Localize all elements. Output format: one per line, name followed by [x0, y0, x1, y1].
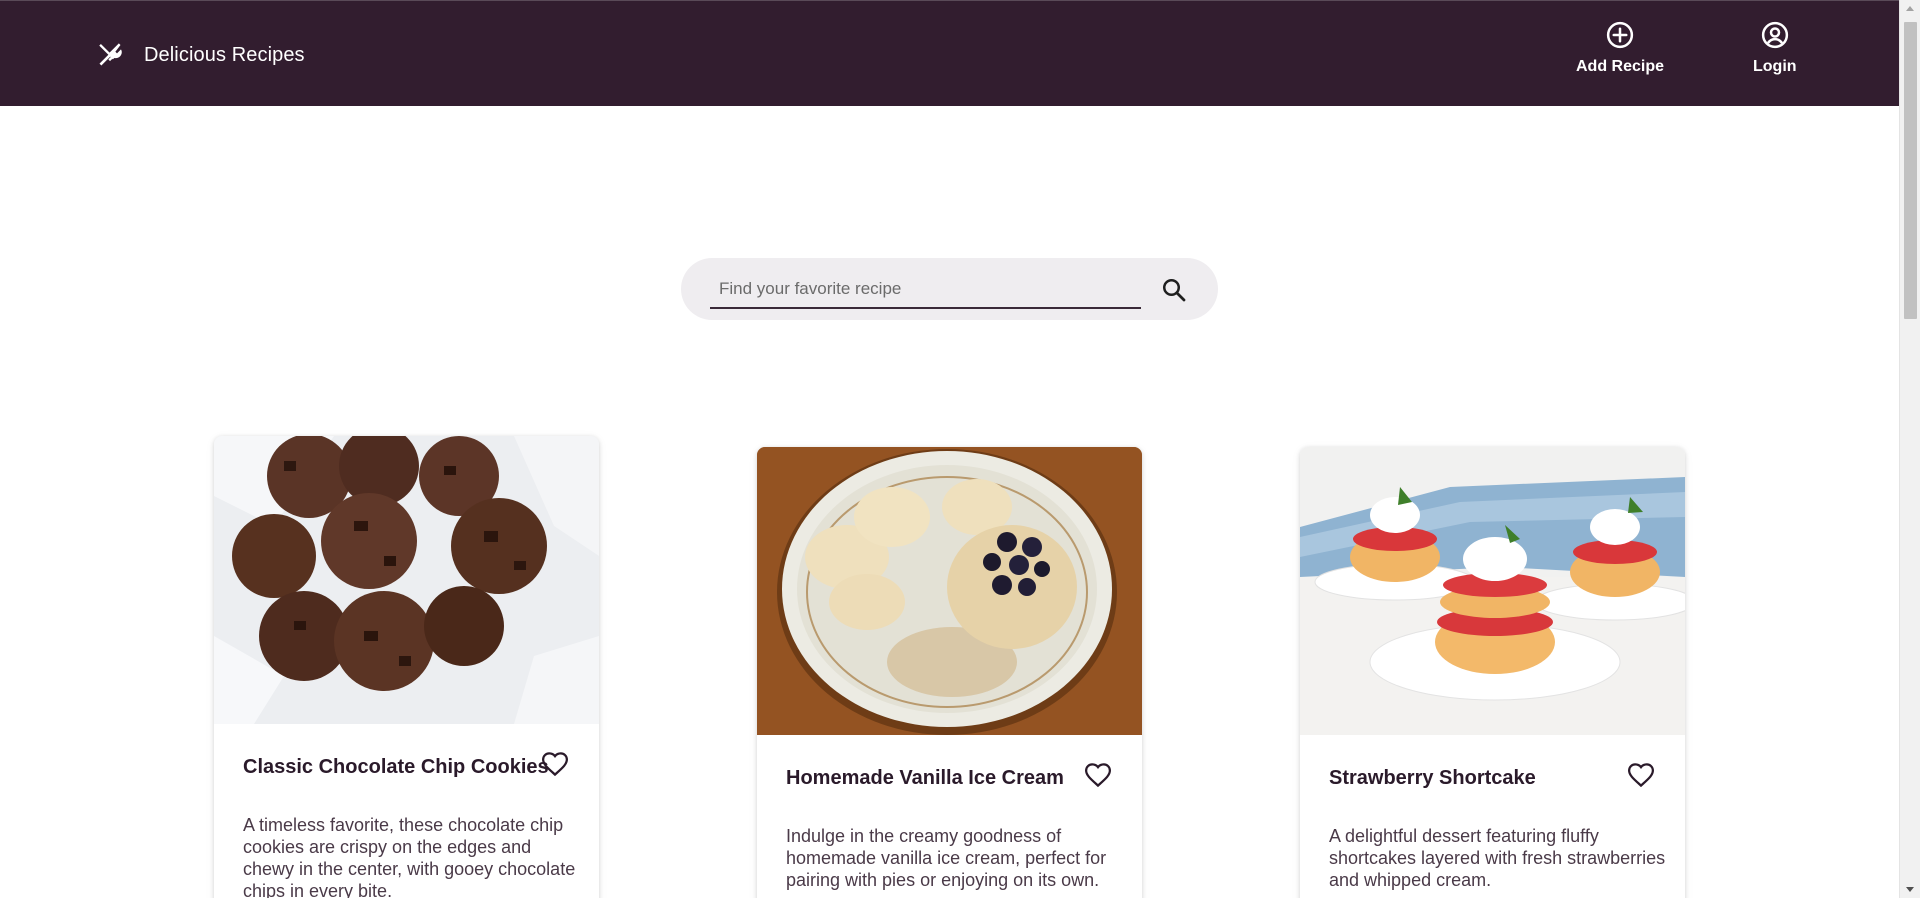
recipe-description: A delightful dessert featuring fluffy sh… — [1329, 826, 1666, 890]
scrollbar-thumb[interactable] — [1904, 22, 1917, 319]
brand[interactable]: Delicious Recipes — [96, 41, 305, 69]
recipe-card[interactable]: Classic Chocolate Chip Cookies A timeles… — [214, 436, 599, 898]
fork-knife-icon — [99, 43, 122, 66]
search-button[interactable] — [1159, 275, 1189, 305]
vertical-scrollbar[interactable] — [1899, 0, 1920, 898]
recipe-description: Indulge in the creamy goodness of homema… — [786, 826, 1107, 890]
scroll-down-arrow-icon[interactable] — [1906, 887, 1914, 892]
ice-cream-image — [757, 447, 1142, 735]
recipe-card[interactable]: Strawberry Shortcake A delightful desser… — [1300, 447, 1685, 898]
favorite-button[interactable] — [1626, 760, 1656, 790]
recipe-title[interactable]: Strawberry Shortcake — [1329, 767, 1536, 790]
favorite-button[interactable] — [1083, 760, 1113, 790]
cookies-image — [214, 436, 599, 724]
favorite-button[interactable] — [540, 749, 570, 779]
card-header: Strawberry Shortcake — [1300, 735, 1685, 815]
add-recipe-label: Add Recipe — [1576, 58, 1665, 75]
card-header: Classic Chocolate Chip Cookies — [214, 724, 599, 804]
app-title: Delicious Recipes — [144, 43, 305, 66]
shortcake-image — [1300, 447, 1685, 735]
add-recipe-button[interactable]: Add Recipe — [1576, 20, 1664, 76]
heart-outline-icon — [541, 752, 569, 777]
card-header: Homemade Vanilla Ice Cream — [757, 735, 1142, 815]
login-label: Login — [1753, 58, 1797, 75]
search-bar — [681, 258, 1218, 320]
recipe-card[interactable]: Homemade Vanilla Ice Cream Indulge in th… — [757, 447, 1142, 898]
search-input[interactable] — [710, 270, 1141, 309]
login-button[interactable]: Login — [1753, 20, 1797, 76]
search-icon — [1162, 278, 1186, 302]
app-header: Delicious Recipes Add Recipe Login — [0, 0, 1899, 106]
account-circle-icon — [1761, 21, 1788, 49]
scroll-up-arrow-icon[interactable] — [1906, 6, 1914, 11]
recipe-description: A timeless favorite, these chocolate chi… — [243, 815, 576, 898]
recipe-title[interactable]: Classic Chocolate Chip Cookies — [243, 756, 549, 779]
heart-outline-icon — [1627, 763, 1655, 788]
heart-outline-icon — [1084, 763, 1112, 788]
recipe-title[interactable]: Homemade Vanilla Ice Cream — [786, 767, 1064, 790]
add-circle-icon — [1606, 21, 1634, 49]
